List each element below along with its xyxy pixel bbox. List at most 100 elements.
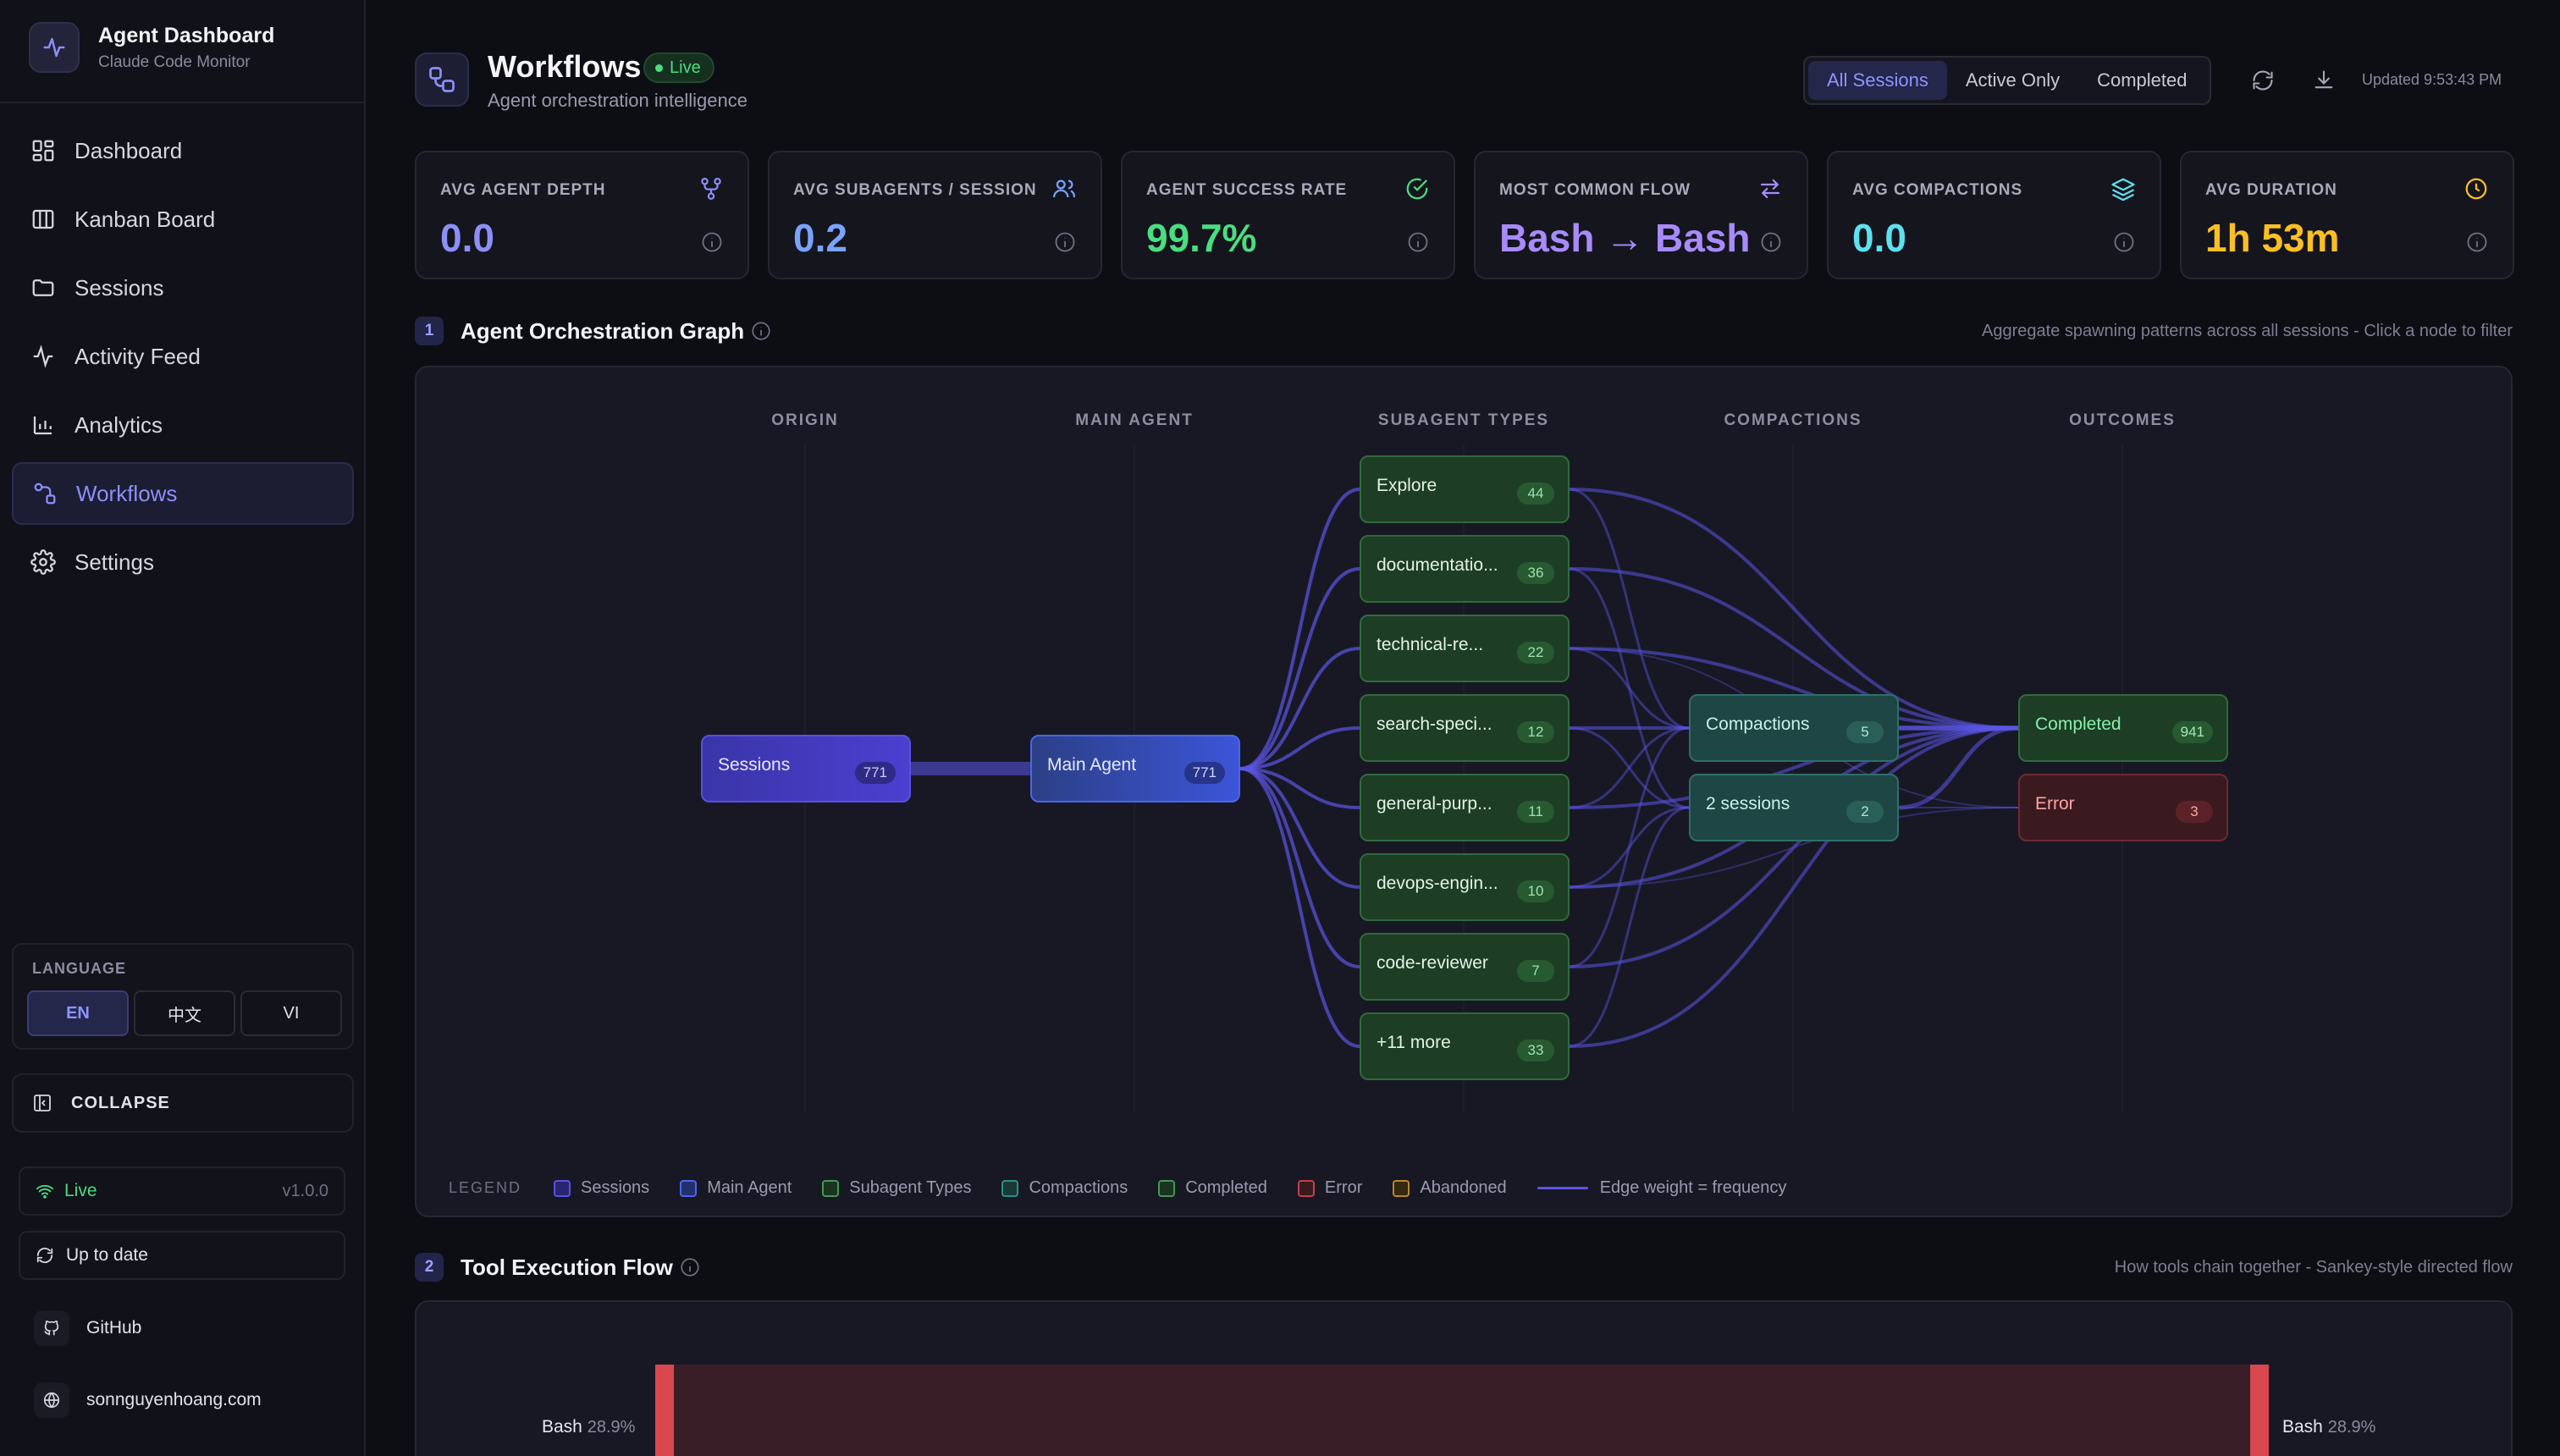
info-icon[interactable]	[2465, 230, 2489, 254]
flow-label-right: Bash 28.9%	[2282, 1417, 2375, 1437]
sidebar-item-dashboard[interactable]: Dashboard	[12, 119, 354, 182]
node-label: Explore	[1377, 476, 1437, 495]
stat-card-agent-depth: AVG AGENT DEPTH 0.0	[415, 151, 749, 279]
info-icon[interactable]	[1759, 230, 1783, 254]
language-option-zh[interactable]: 中文	[134, 990, 235, 1036]
node-label: Completed	[2035, 714, 2121, 734]
node-count: 771	[1183, 762, 1225, 784]
node-label: Compactions	[1706, 714, 1810, 734]
github-link[interactable]: GitHub	[34, 1310, 141, 1346]
node-subagent-devops[interactable]: devops-engin... 10	[1360, 853, 1570, 921]
sidebar-item-label: Kanban Board	[74, 206, 216, 232]
node-main-agent[interactable]: Main Agent 771	[1030, 735, 1240, 802]
node-outcome-error[interactable]: Error 3	[2018, 774, 2228, 841]
collapse-icon	[34, 1095, 51, 1111]
legend-item-subagent-types: Subagent Types	[822, 1178, 971, 1198]
update-status-button[interactable]: Up to date	[19, 1231, 345, 1280]
node-subagent-more[interactable]: +11 more 33	[1360, 1012, 1570, 1080]
info-icon[interactable]	[700, 230, 724, 254]
node-subagent-explore[interactable]: Explore 44	[1360, 455, 1570, 523]
sidebar-item-activity-feed[interactable]: Activity Feed	[12, 325, 354, 388]
language-option-en[interactable]: EN	[27, 990, 129, 1036]
node-count: 36	[1517, 562, 1554, 584]
flow-node-left[interactable]	[655, 1365, 674, 1456]
collapse-button[interactable]: COLLAPSE	[12, 1073, 354, 1133]
pulse-logo-icon	[29, 22, 80, 73]
node-subagent-code-reviewer[interactable]: code-reviewer 7	[1360, 933, 1570, 1001]
session-filter: All Sessions Active Only Completed	[1803, 56, 2211, 105]
node-subagent-documentation[interactable]: documentatio... 36	[1360, 535, 1570, 603]
refresh-icon	[36, 1247, 53, 1264]
section-hint-tool-flow: How tools chain together - Sankey-style …	[2114, 1258, 2513, 1277]
info-icon[interactable]	[1406, 230, 1430, 254]
info-icon[interactable]	[750, 320, 772, 342]
sidebar-item-analytics[interactable]: Analytics	[12, 394, 354, 456]
node-count: 33	[1517, 1040, 1554, 1062]
legend-item-abandoned: Abandoned	[1393, 1178, 1507, 1198]
stat-label: AVG DURATION	[2205, 181, 2337, 199]
legend-label: Abandoned	[1420, 1178, 1507, 1197]
legend-item-sessions: Sessions	[554, 1178, 649, 1198]
node-outcome-completed[interactable]: Completed 941	[2018, 694, 2228, 762]
stat-card-duration: AVG DURATION 1h 53m	[2180, 151, 2514, 279]
sidebar-item-settings[interactable]: Settings	[12, 531, 354, 593]
info-icon[interactable]	[679, 1256, 701, 1278]
legend-swatch	[1158, 1179, 1176, 1197]
globe-icon	[34, 1382, 69, 1418]
stat-value: 0.2	[793, 216, 847, 260]
sidebar-item-workflows[interactable]: Workflows	[12, 462, 354, 525]
node-count: 11	[1517, 801, 1554, 823]
section-number: 2	[415, 1253, 444, 1282]
graph-edge	[1239, 767, 1360, 968]
filter-active-only[interactable]: Active Only	[1947, 61, 2078, 100]
filter-completed[interactable]: Completed	[2078, 61, 2205, 100]
info-icon[interactable]	[2112, 230, 2136, 254]
website-link[interactable]: sonnguyenhoang.com	[34, 1382, 262, 1418]
node-sessions[interactable]: Sessions 771	[701, 735, 911, 802]
filter-all-sessions[interactable]: All Sessions	[1808, 61, 1947, 100]
node-compaction-sessions[interactable]: 2 sessions 2	[1689, 774, 1899, 841]
legend-edge-line	[1537, 1187, 1588, 1189]
brand[interactable]: Agent Dashboard Claude Code Monitor	[29, 22, 274, 73]
graph-edge	[1239, 567, 1360, 770]
stat-value: Bash → Bash	[1499, 216, 1751, 260]
node-subagent-technical[interactable]: technical-re... 22	[1360, 615, 1570, 682]
brand-subtitle: Claude Code Monitor	[98, 52, 251, 71]
language-option-vi[interactable]: VI	[240, 990, 342, 1036]
node-subagent-search[interactable]: search-speci... 12	[1360, 694, 1570, 762]
check-circle-icon	[1406, 178, 1428, 200]
github-icon	[34, 1310, 69, 1346]
language-label: LANGUAGE	[32, 960, 126, 977]
graph-legend: LEGEND Sessions Main Agent Subagent Type…	[449, 1178, 1817, 1198]
node-label: Error	[2035, 794, 2075, 813]
node-count: 22	[1517, 642, 1554, 664]
legend-label: Edge weight = frequency	[1599, 1178, 1787, 1197]
page-subtitle: Agent orchestration intelligence	[488, 90, 748, 111]
sidebar-item-sessions[interactable]: Sessions	[12, 256, 354, 319]
node-label: general-purp...	[1377, 794, 1492, 813]
workflow-icon	[34, 483, 56, 505]
stat-label: AVG AGENT DEPTH	[440, 181, 606, 199]
flow-tool-pct: 28.9%	[2327, 1418, 2376, 1437]
node-subagent-general[interactable]: general-purp... 11	[1360, 774, 1570, 841]
refresh-button[interactable]	[2247, 64, 2279, 97]
info-icon[interactable]	[1053, 230, 1077, 254]
gear-icon	[30, 549, 56, 575]
node-label: Main Agent	[1047, 755, 1137, 775]
graph-edge	[1239, 488, 1360, 770]
flow-node-right[interactable]	[2250, 1365, 2269, 1456]
orchestration-graph: ORIGIN MAIN AGENT SUBAGENT TYPES COMPACT…	[415, 366, 2513, 1217]
download-button[interactable]	[2308, 64, 2340, 97]
section-number: 1	[415, 317, 444, 345]
sidebar-item-label: Activity Feed	[74, 343, 201, 369]
update-status-text: Up to date	[66, 1245, 148, 1265]
node-label: devops-engin...	[1377, 874, 1498, 893]
stat-card-compactions: AVG COMPACTIONS 0.0	[1827, 151, 2161, 279]
flow-link[interactable]	[667, 1365, 2260, 1456]
graph-edge	[1569, 726, 2019, 968]
stat-value: 99.7%	[1146, 216, 1257, 260]
page-title: Workflows	[488, 49, 642, 84]
node-compactions[interactable]: Compactions 5	[1689, 694, 1899, 762]
node-label: 2 sessions	[1706, 794, 1790, 813]
sidebar-item-kanban[interactable]: Kanban Board	[12, 188, 354, 251]
